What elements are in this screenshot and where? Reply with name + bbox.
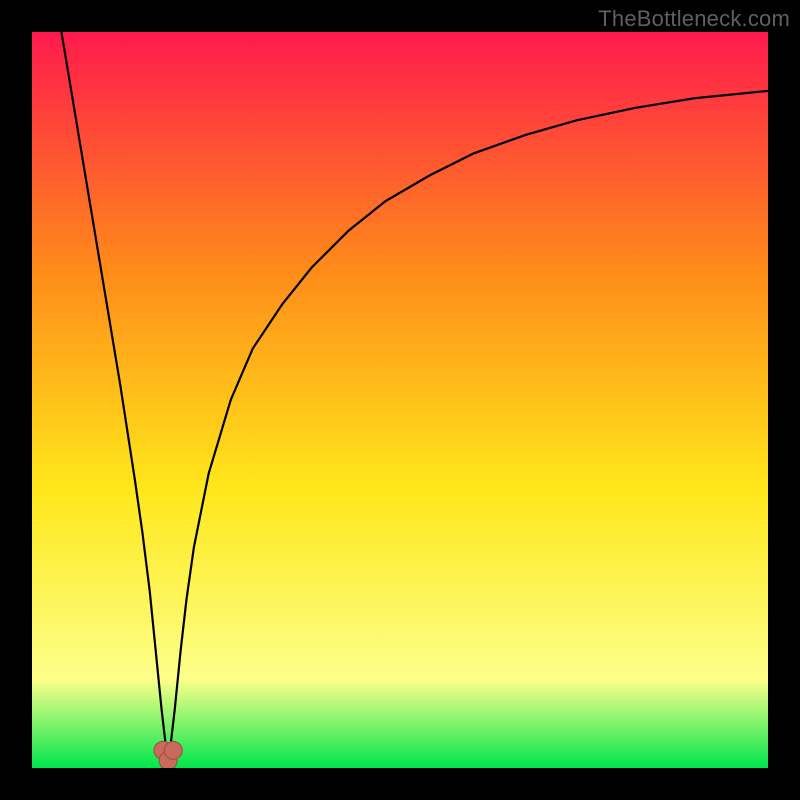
bottleneck-curve [32, 32, 768, 768]
chart-frame: TheBottleneck.com [0, 0, 800, 800]
plot-area [32, 32, 768, 768]
watermark-text: TheBottleneck.com [598, 6, 790, 32]
minimum-marker [154, 741, 182, 768]
